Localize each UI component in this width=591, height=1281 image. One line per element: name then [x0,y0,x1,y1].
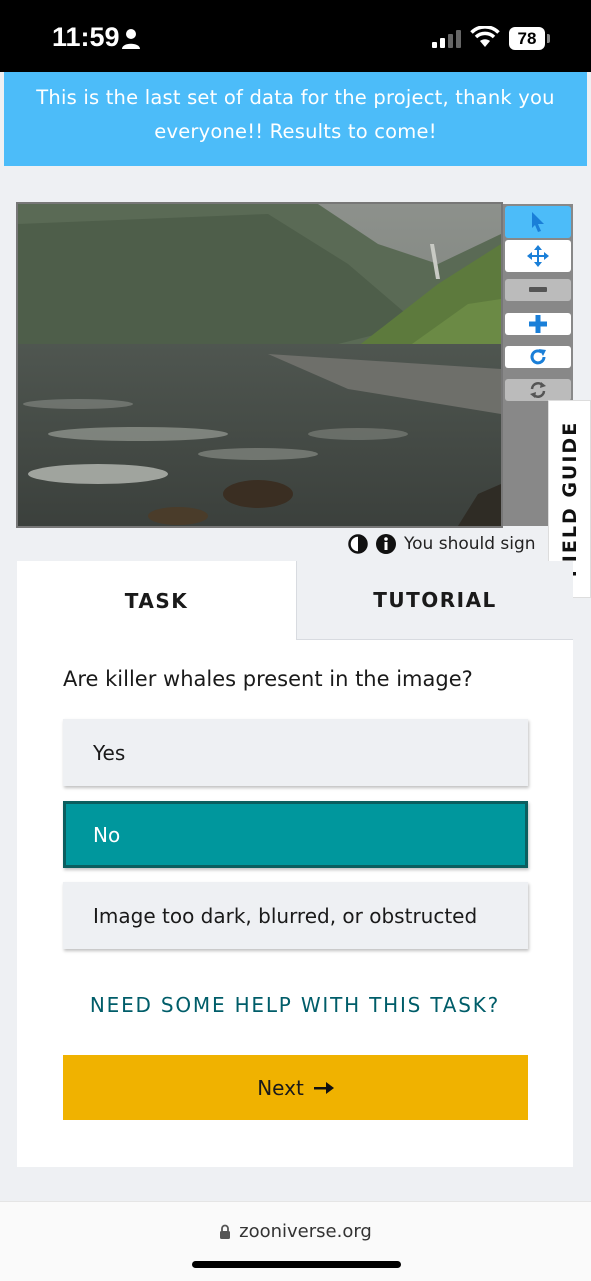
battery-indicator: 78 [509,27,545,50]
cursor-icon [532,212,544,232]
url-text: zooniverse.org [239,1221,372,1242]
refresh-icon [530,382,546,398]
reset-button[interactable] [505,379,571,401]
browser-url-bar[interactable]: zooniverse.org [0,1201,591,1281]
announcement-line-1: This is the last set of data for the pro… [36,86,555,109]
answer-no[interactable]: No [63,801,528,868]
task-panel: TASK TUTORIAL Are killer whales present … [17,561,573,1167]
answer-image-obstructed[interactable]: Image too dark, blurred, or obstructed [63,882,528,949]
pan-tool-button[interactable] [505,240,571,272]
sign-in-prompt: You should sign [404,534,536,554]
arrow-right-icon [313,1081,334,1094]
status-bar: 11:59 78 [0,0,591,72]
next-label: Next [257,1075,304,1100]
subject-image[interactable] [16,202,503,528]
announcement-line-2: everyone!! Results to come! [154,120,437,143]
select-tool-button[interactable] [505,206,571,238]
person-icon [122,29,140,49]
next-button[interactable]: Next [63,1055,528,1120]
status-time: 11:59 [52,22,120,52]
announcement-banner: This is the last set of data for the pro… [4,72,587,166]
home-indicator[interactable] [192,1261,401,1268]
minus-icon [529,287,547,292]
contrast-icon[interactable] [348,534,368,554]
answer-label: Yes [93,740,126,765]
battery-nub [547,34,550,43]
answer-yes[interactable]: Yes [63,719,528,786]
image-meta: You should sign [348,532,548,556]
rotate-icon [530,349,546,365]
signal-icon [432,30,461,48]
tab-tutorial[interactable]: TUTORIAL [296,561,573,640]
field-guide-label: FIELD GUIDE [558,420,581,578]
answer-label: No [93,822,121,847]
task-tabs: TASK TUTORIAL [17,561,573,640]
zoom-out-button[interactable] [505,279,571,301]
zoom-in-button[interactable] [505,313,571,335]
wifi-icon [470,26,500,47]
tab-task[interactable]: TASK [17,561,296,640]
lock-icon [220,1224,231,1239]
answer-label: Image too dark, blurred, or obstructed [93,903,478,928]
task-question: Are killer whales present in the image? [63,667,473,691]
info-icon[interactable] [376,534,396,554]
move-icon [527,245,549,267]
plus-icon [529,315,547,333]
rotate-button[interactable] [505,346,571,368]
help-link[interactable]: NEED SOME HELP WITH THIS TASK? [17,993,573,1017]
